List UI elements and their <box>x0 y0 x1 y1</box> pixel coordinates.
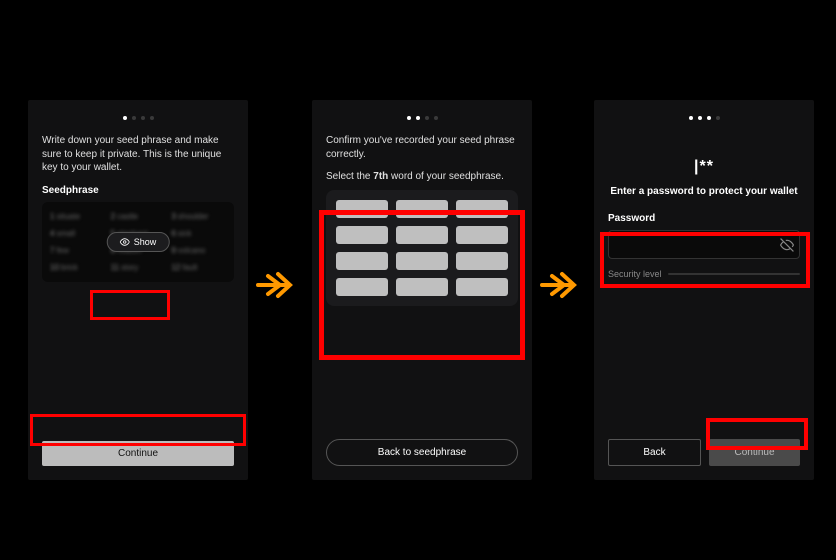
seed-word: 3 shoulder <box>171 212 226 221</box>
seed-word: 9 volcano <box>171 246 226 255</box>
back-to-seedphrase-button[interactable]: Back to seedphrase <box>326 439 518 466</box>
password-title: Enter a password to protect your wallet <box>608 186 800 197</box>
seedphrase-description: Write down your seed phrase and make sur… <box>42 134 234 175</box>
step-dot <box>707 116 711 120</box>
step-dot <box>434 116 438 120</box>
select-word-instruction: Select the 7th word of your seedphrase. <box>326 171 518 182</box>
eye-icon <box>120 237 130 247</box>
step-indicator <box>608 116 800 120</box>
step-dot <box>141 116 145 120</box>
confirm-description: Confirm you've recorded your seed phrase… <box>326 134 518 161</box>
seed-word: 7 few <box>50 246 105 255</box>
seedphrase-grid: 1 situate 2 castle 3 shoulder 4 small 5 … <box>42 202 234 282</box>
seed-word: 12 fault <box>171 263 226 272</box>
step-dot <box>407 116 411 120</box>
step-dot <box>416 116 420 120</box>
step-dot <box>132 116 136 120</box>
highlight-box <box>319 210 525 360</box>
password-label: Password <box>608 213 800 224</box>
step-dot <box>716 116 720 120</box>
password-display: |** <box>608 158 800 176</box>
show-seedphrase-button[interactable]: Show <box>107 232 170 252</box>
back-button[interactable]: Back <box>608 439 701 466</box>
seed-word: 10 brick <box>50 263 105 272</box>
seed-word: 4 small <box>50 229 105 238</box>
highlight-box <box>90 290 170 320</box>
step-dot <box>425 116 429 120</box>
highlight-box <box>30 414 246 446</box>
show-label: Show <box>134 237 157 247</box>
arrow-icon <box>256 270 300 300</box>
highlight-box <box>600 232 810 288</box>
step-dot <box>689 116 693 120</box>
step-indicator <box>326 116 518 120</box>
step-dot <box>698 116 702 120</box>
seedphrase-label: Seedphrase <box>42 185 234 196</box>
highlight-box <box>706 418 808 450</box>
seed-word: 11 story <box>111 263 166 272</box>
step-dot <box>123 116 127 120</box>
step-indicator <box>42 116 234 120</box>
arrow-icon <box>540 270 584 300</box>
step-dot <box>150 116 154 120</box>
seed-word: 2 castle <box>111 212 166 221</box>
seed-word: 6 sick <box>171 229 226 238</box>
seed-word: 1 situate <box>50 212 105 221</box>
